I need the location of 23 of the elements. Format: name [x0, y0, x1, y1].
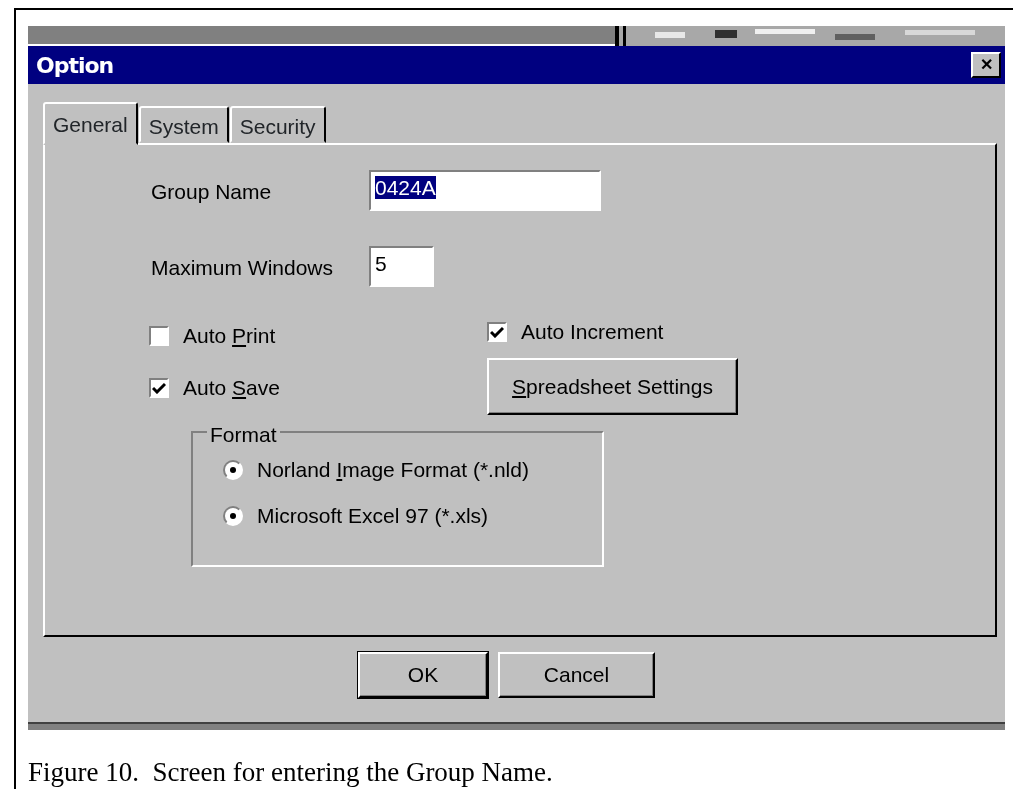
- window-title: Option: [36, 51, 114, 80]
- field-label: Maximum Windows: [151, 255, 335, 281]
- checkbox[interactable]: [149, 378, 169, 398]
- close-button[interactable]: ✕: [971, 52, 1001, 78]
- checkbox-label[interactable]: Auto Increment: [521, 316, 664, 348]
- tab[interactable]: General: [43, 102, 138, 145]
- settings-button[interactable]: Spreadsheet Settings: [487, 358, 738, 415]
- checkbox-label[interactable]: Auto Print: [183, 320, 276, 352]
- field-label: Group Name: [151, 179, 273, 205]
- dialog-button[interactable]: Cancel: [498, 652, 655, 698]
- radio-label[interactable]: Microsoft Excel 97 (*.xls): [257, 500, 489, 532]
- input-field[interactable]: 0424A: [369, 170, 601, 211]
- checkbox[interactable]: [149, 326, 169, 346]
- checkbox-label[interactable]: Auto Save: [183, 372, 280, 404]
- radio-button[interactable]: [223, 460, 243, 480]
- dialog-button[interactable]: OK: [358, 652, 488, 698]
- radio-label[interactable]: Norland Image Format (*.nld): [257, 454, 529, 486]
- tab[interactable]: Security: [229, 106, 326, 143]
- checkbox[interactable]: [487, 322, 507, 342]
- input-field[interactable]: 5: [369, 246, 434, 287]
- tab[interactable]: System: [138, 106, 229, 143]
- figure-caption: Figure 10. Screen for entering the Group Name.: [28, 756, 554, 789]
- radio-button[interactable]: [223, 506, 243, 526]
